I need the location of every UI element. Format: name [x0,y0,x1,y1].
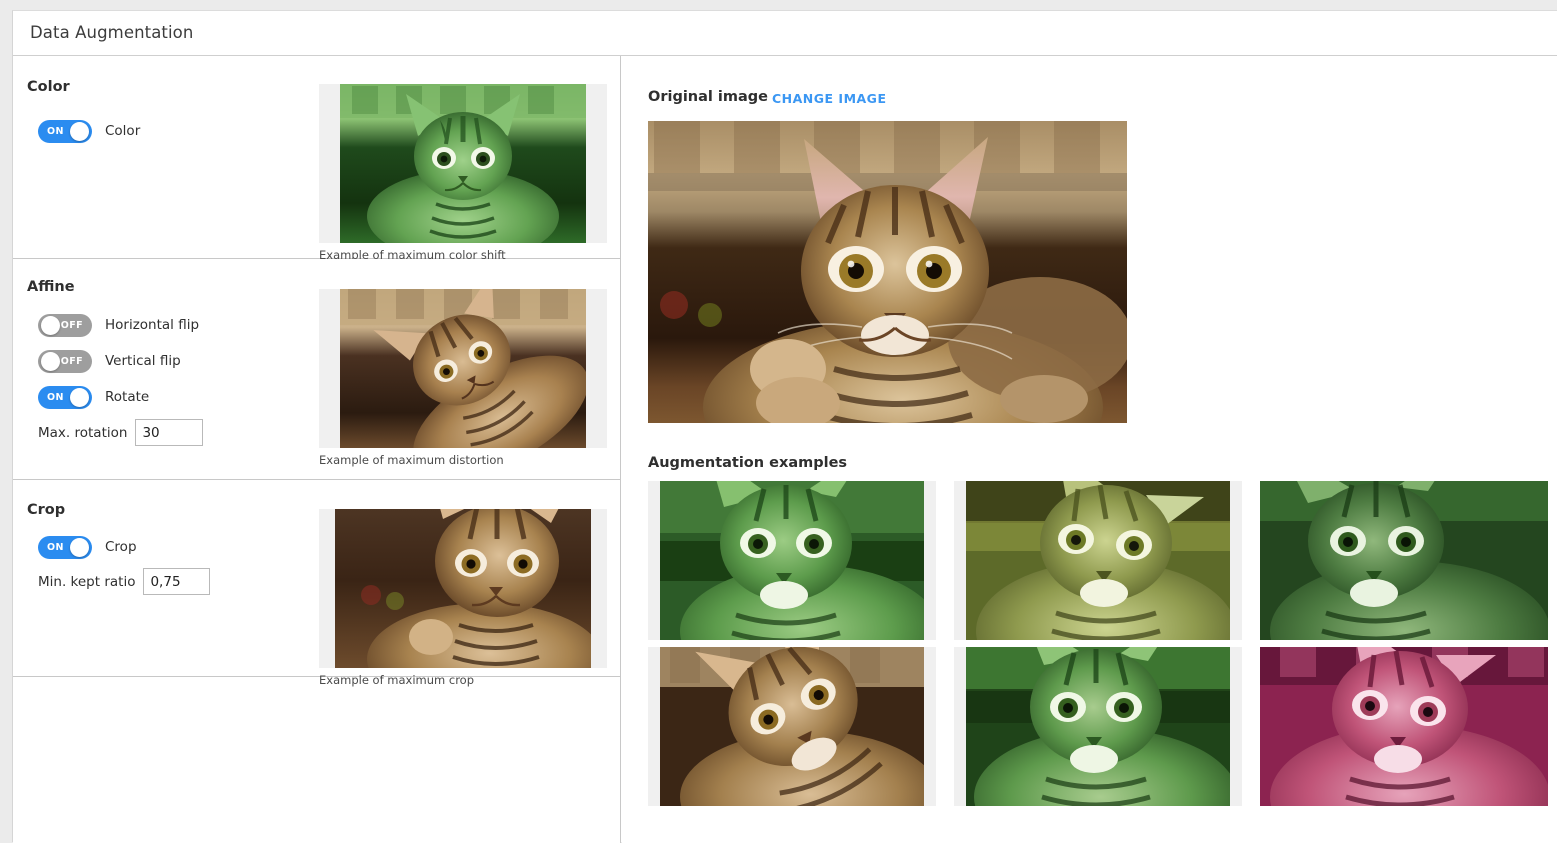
toggle-rotate-knob [70,387,89,407]
toggle-vertical-flip[interactable]: OFF [38,349,92,373]
example-color-block: Example of maximum color shift [319,84,607,262]
example-crop-caption: Example of maximum crop [319,673,475,687]
toggle-crop[interactable]: ON [38,535,92,559]
min-kept-ratio-label: Min. kept ratio [38,573,136,590]
cat-photo-green [340,84,586,243]
cat-photo-aug-5 [966,647,1230,806]
page-body: Color ON Color Example of maximum color … [13,56,1557,843]
section-crop-title: Crop [27,502,66,518]
toggle-row-vertical-flip[interactable]: OFF Vertical flip [38,349,181,373]
example-crop-image [319,509,607,668]
section-color-title: Color [27,79,70,95]
toggle-crop-state: ON [47,541,64,553]
settings-panel: Color ON Color Example of maximum color … [13,56,621,843]
toggle-rotate-label: Rotate [105,389,150,405]
cat-photo-cropped [335,509,591,668]
example-affine-caption: Example of maximum distortion [319,453,504,467]
preview-panel: Original image CHANGE IMAGE Augmentation… [622,56,1557,843]
toggle-horizontal-flip-state: OFF [60,319,83,331]
cat-photo-original [648,121,1127,423]
change-image-button[interactable]: CHANGE IMAGE [772,91,886,106]
augmentation-example-4[interactable] [648,647,936,806]
augmentation-examples-grid [648,481,1548,806]
section-affine: Affine OFF Horizontal flip OFF Vertical … [13,259,620,480]
toggle-horizontal-flip-knob [41,315,60,335]
max-rotation-label: Max. rotation [38,424,128,441]
cat-photo-aug-6 [1260,647,1548,806]
example-affine-image [319,289,607,448]
original-image [648,121,1127,423]
toggle-horizontal-flip[interactable]: OFF [38,313,92,337]
toggle-horizontal-flip-label: Horizontal flip [105,317,200,333]
data-augmentation-page: Data Augmentation Color ON Color Example… [12,10,1557,843]
section-color: Color ON Color Example of maximum color … [13,56,620,262]
cat-photo-aug-3 [1260,481,1548,640]
section-crop: Crop ON Crop Min. kept ratio 0,75 Exampl… [13,480,620,687]
field-row-min-kept-ratio: Min. kept ratio [38,568,211,595]
toggle-rotate-state: ON [47,391,64,403]
cat-photo-aug-2 [966,481,1230,640]
example-crop-block: Example of maximum crop [319,509,607,687]
toggle-crop-knob [70,537,89,557]
settings-panel-empty-area [13,677,620,843]
augmentation-example-3[interactable] [1260,481,1548,640]
toggle-color-state: ON [47,125,64,137]
cat-photo-rotated [340,289,586,448]
toggle-vertical-flip-label: Vertical flip [105,353,181,369]
toggle-crop-label: Crop [105,539,137,555]
augmentation-example-5[interactable] [954,647,1242,806]
augmentation-example-1[interactable] [648,481,936,640]
toggle-rotate[interactable]: ON [38,385,92,409]
cat-photo-aug-1 [660,481,924,640]
augmentation-example-2[interactable] [954,481,1242,640]
page-title: Data Augmentation [30,23,194,42]
page-header: Data Augmentation [13,11,1557,56]
toggle-row-horizontal-flip[interactable]: OFF Horizontal flip [38,313,199,337]
toggle-row-color[interactable]: ON Color [38,119,140,143]
toggle-color-knob [70,121,89,141]
field-row-max-rotation: Max. rotation [38,419,204,446]
augmentation-examples-heading: Augmentation examples [648,455,848,471]
toggle-vertical-flip-state: OFF [60,355,83,367]
example-affine-block: Example of maximum distortion [319,289,607,467]
augmentation-example-6[interactable] [1260,647,1548,806]
toggle-color-label: Color [105,123,141,139]
toggle-row-crop[interactable]: ON Crop [38,535,137,559]
example-color-image [319,84,607,243]
section-affine-title: Affine [27,279,75,295]
min-kept-ratio-input[interactable] [143,568,211,595]
original-image-heading: Original image [648,89,769,105]
cat-photo-aug-4 [660,647,924,806]
toggle-color[interactable]: ON [38,119,92,143]
toggle-vertical-flip-knob [41,351,60,371]
max-rotation-input[interactable] [135,419,204,446]
application-window: Data Augmentation Color ON Color Example… [0,0,1557,843]
toggle-row-rotate[interactable]: ON Rotate [38,385,149,409]
